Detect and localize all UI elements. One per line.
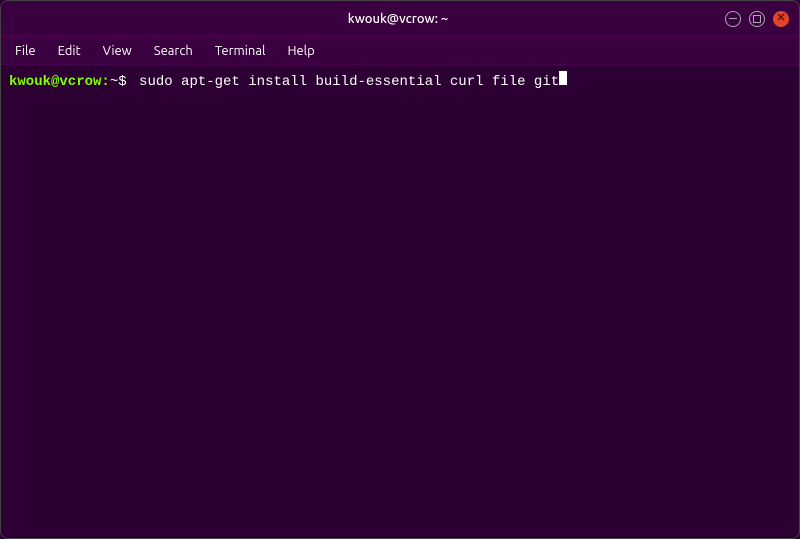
maximize-button[interactable] <box>749 11 765 27</box>
menu-file[interactable]: File <box>5 41 46 61</box>
terminal-line: kwouk@vcrow: ~ $ sudo apt-get install bu… <box>9 71 791 93</box>
menu-edit[interactable]: Edit <box>48 41 91 61</box>
menu-search[interactable]: Search <box>144 41 203 61</box>
terminal-command: sudo apt-get install build-essential cur… <box>139 73 559 93</box>
prompt-symbol: $ <box>118 73 135 93</box>
titlebar: kwouk@vcrow: ~ ✕ <box>1 1 799 37</box>
window-controls: ✕ <box>725 11 789 27</box>
terminal-body[interactable]: kwouk@vcrow: ~ $ sudo apt-get install bu… <box>1 65 799 538</box>
maximize-icon <box>753 15 761 23</box>
menu-view[interactable]: View <box>93 41 142 61</box>
menubar: File Edit View Search Terminal Help <box>1 37 799 65</box>
terminal-window: kwouk@vcrow: ~ ✕ File Edit View Search T… <box>0 0 800 539</box>
terminal-cursor <box>559 71 567 85</box>
prompt-user: kwouk@vcrow: <box>9 73 110 93</box>
window-title: kwouk@vcrow: ~ <box>71 12 725 26</box>
minimize-button[interactable] <box>725 11 741 27</box>
close-icon: ✕ <box>776 13 785 24</box>
close-button[interactable]: ✕ <box>773 11 789 27</box>
menu-help[interactable]: Help <box>277 41 324 61</box>
menu-terminal[interactable]: Terminal <box>205 41 276 61</box>
minimize-icon <box>729 18 737 20</box>
prompt-dir-symbol: ~ <box>110 73 118 93</box>
